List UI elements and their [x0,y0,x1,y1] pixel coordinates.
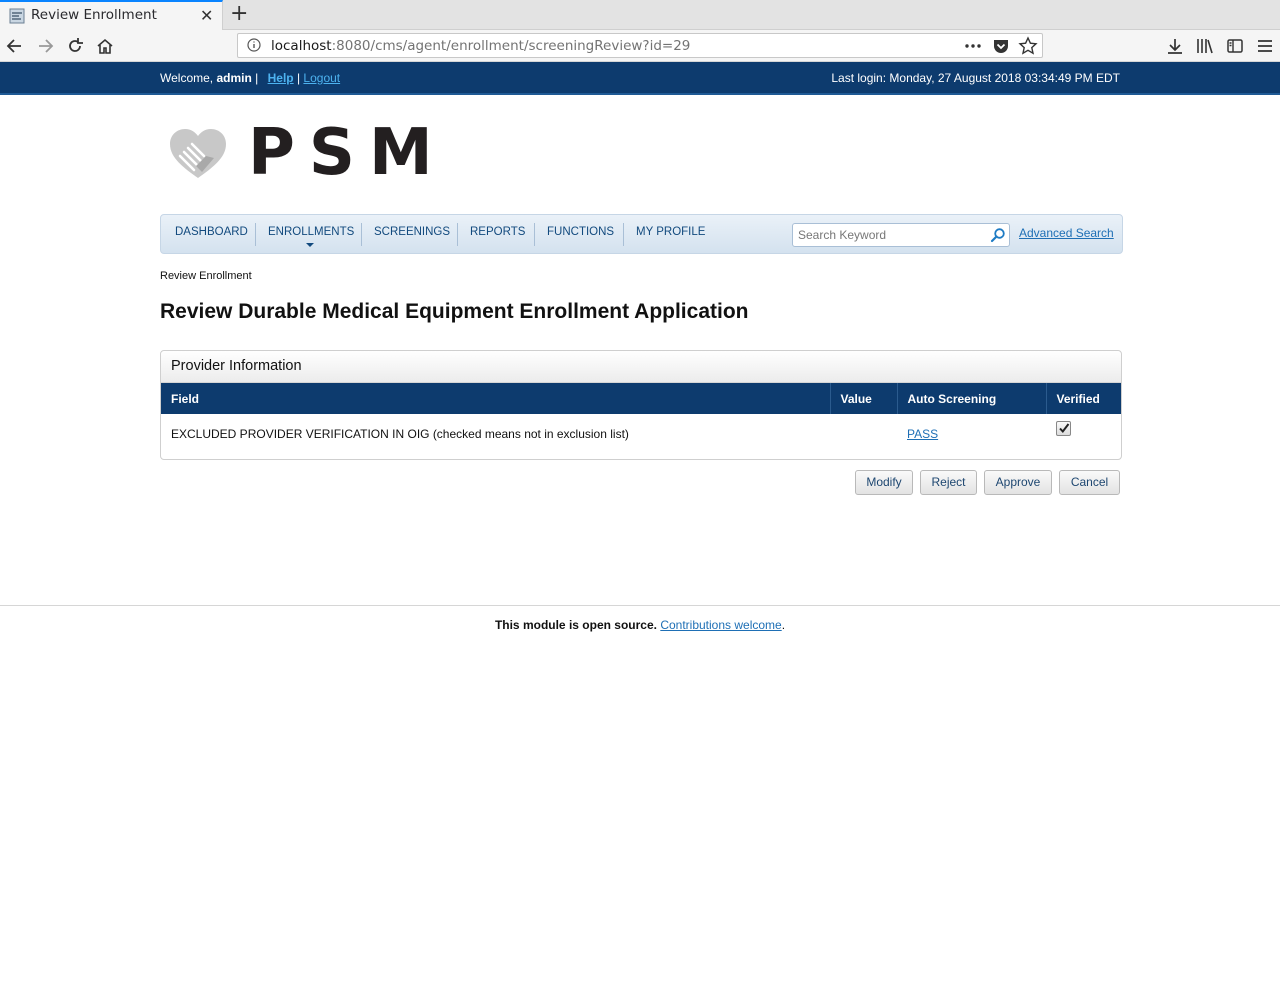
search-input[interactable] [793,224,983,246]
verified-checkbox[interactable] [1056,421,1071,436]
pocket-icon[interactable] [991,36,1011,56]
browser-nav-bar: localhost:8080/cms/agent/enrollment/scre… [0,30,1280,62]
verified-cell [1046,414,1121,454]
url-actions [959,36,1038,56]
nav-separator [457,223,458,246]
url-path: :8080/cms/agent/enrollment/screeningRevi… [331,38,691,54]
search-box [792,223,1010,247]
panel-header: Provider Information [161,351,1121,383]
footer-divider [0,605,1280,606]
nav-separator [623,223,624,246]
cancel-button[interactable]: Cancel [1059,470,1120,495]
table-row: EXCLUDED PROVIDER VERIFICATION IN OIG (c… [161,414,1121,454]
browser-tab-bar: Review Enrollment ✕ + [0,0,1280,30]
reload-icon[interactable] [65,36,85,56]
last-login-text: Last login: Monday, 27 August 2018 03:34… [831,71,1120,85]
advanced-search-link[interactable]: Advanced Search [1019,226,1114,240]
screening-table: Field Value Auto Screening Verified EXCL… [161,383,1121,454]
forward-icon[interactable] [35,36,55,56]
table-header-row: Field Value Auto Screening Verified [161,383,1121,414]
provider-information-panel: Provider Information Field Value Auto Sc… [160,350,1122,460]
logout-link[interactable]: Logout [303,71,340,85]
caret-down-icon [306,243,314,247]
logo-text: PSM [248,116,447,190]
nav-separator [255,223,256,246]
separator: | [293,71,304,85]
heart-hands-icon [170,129,226,178]
modify-button[interactable]: Modify [855,470,913,495]
column-header-auto-screening: Auto Screening [897,383,1047,414]
footer: This module is open source. Contribution… [0,618,1280,632]
browser-tab[interactable]: Review Enrollment ✕ [0,0,223,30]
menu-icon[interactable] [1255,36,1275,56]
url-host: localhost [271,38,332,54]
back-icon[interactable] [5,36,25,56]
value-cell [830,414,897,454]
username: admin [216,71,252,85]
page-actions-icon[interactable] [963,36,983,56]
home-icon[interactable] [95,36,115,56]
footer-period: . [781,618,786,632]
nav-my-profile[interactable]: MY PROFILE [636,226,705,238]
nav-screenings[interactable]: SCREENINGS [374,226,450,238]
library-icon[interactable] [1195,36,1215,56]
welcome-area: Welcome, admin | Help | Logout [160,71,340,85]
nav-separator [534,223,535,246]
nav-separator [361,223,362,246]
nav-enrollments[interactable]: ENROLLMENTS [268,226,354,238]
url-text: localhost:8080/cms/agent/enrollment/scre… [271,38,690,54]
main-nav: DASHBOARD ENROLLMENTS SCREENINGS REPORTS… [160,214,1123,254]
nav-reports[interactable]: REPORTS [470,226,525,238]
column-header-field: Field [161,383,831,414]
page-favicon-icon [9,8,25,24]
separator: | [251,71,262,85]
nav-functions[interactable]: FUNCTIONS [547,226,614,238]
auto-screening-cell: PASS [897,414,1046,454]
site-info-icon[interactable] [247,38,261,52]
close-tab-icon[interactable]: ✕ [200,6,213,25]
new-tab-icon[interactable]: + [230,1,248,26]
nav-dashboard[interactable]: DASHBOARD [175,226,248,238]
psm-logo[interactable]: PSM [166,120,433,186]
site-top-bar: Welcome, admin | Help | Logout Last logi… [0,62,1280,95]
panel-title: Provider Information [171,358,302,374]
welcome-text: Welcome, [160,71,217,85]
search-icon[interactable] [990,227,1006,243]
help-link[interactable]: Help [268,71,294,85]
pass-link[interactable]: PASS [907,427,938,441]
column-header-value: Value [830,383,898,414]
downloads-icon[interactable] [1165,36,1185,56]
checkmark-icon [1059,423,1070,434]
page-title: Review Durable Medical Equipment Enrollm… [160,300,749,323]
breadcrumb: Review Enrollment [160,270,252,282]
approve-button[interactable]: Approve [984,470,1052,495]
sidebar-icon[interactable] [1225,36,1245,56]
contributions-link[interactable]: Contributions welcome [660,618,781,632]
tab-title: Review Enrollment [31,7,157,23]
field-cell: EXCLUDED PROVIDER VERIFICATION IN OIG (c… [171,427,629,441]
footer-text: This module is open source. [494,618,657,632]
bookmark-star-icon[interactable] [1018,36,1038,56]
column-header-verified: Verified [1046,383,1121,414]
reject-button[interactable]: Reject [920,470,977,495]
address-bar[interactable]: localhost:8080/cms/agent/enrollment/scre… [237,33,1043,58]
